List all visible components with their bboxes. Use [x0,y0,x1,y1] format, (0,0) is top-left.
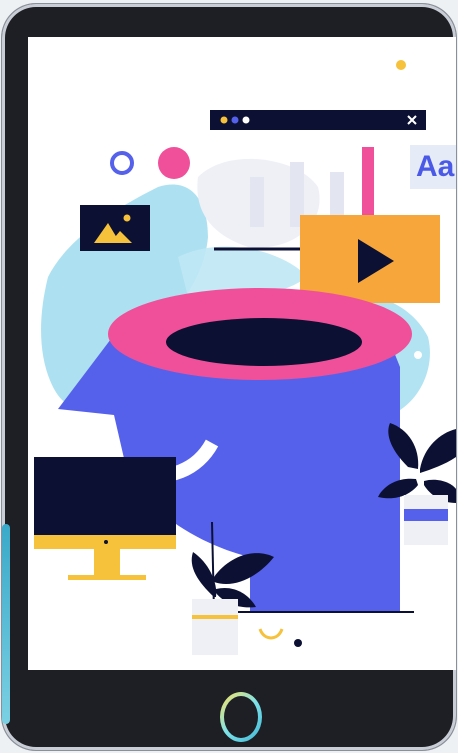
browser-dot-1 [220,116,228,124]
chart-bar-1 [250,177,264,227]
font-badge: Aa [410,145,456,189]
browser-bar [210,110,426,130]
yellow-arc [258,628,284,640]
navy-dot-bottom [294,639,302,647]
image-card [80,205,150,251]
tablet-screen: Aa [28,37,456,670]
browser-dot-2 [231,116,239,124]
white-dot-right [414,351,422,359]
yellow-dot-top [396,60,406,70]
browser-dot-3 [242,116,250,124]
plant-pot-band [192,615,238,619]
tablet-edge-accent [2,524,10,724]
tablet-frame: Aa [2,4,456,750]
pink-circle [158,147,190,179]
illustration [34,60,456,655]
outline-circle [110,151,134,175]
home-button[interactable] [220,692,262,742]
plant-pot [192,599,238,655]
monitor-icon [34,457,176,580]
head-opening [166,318,362,366]
